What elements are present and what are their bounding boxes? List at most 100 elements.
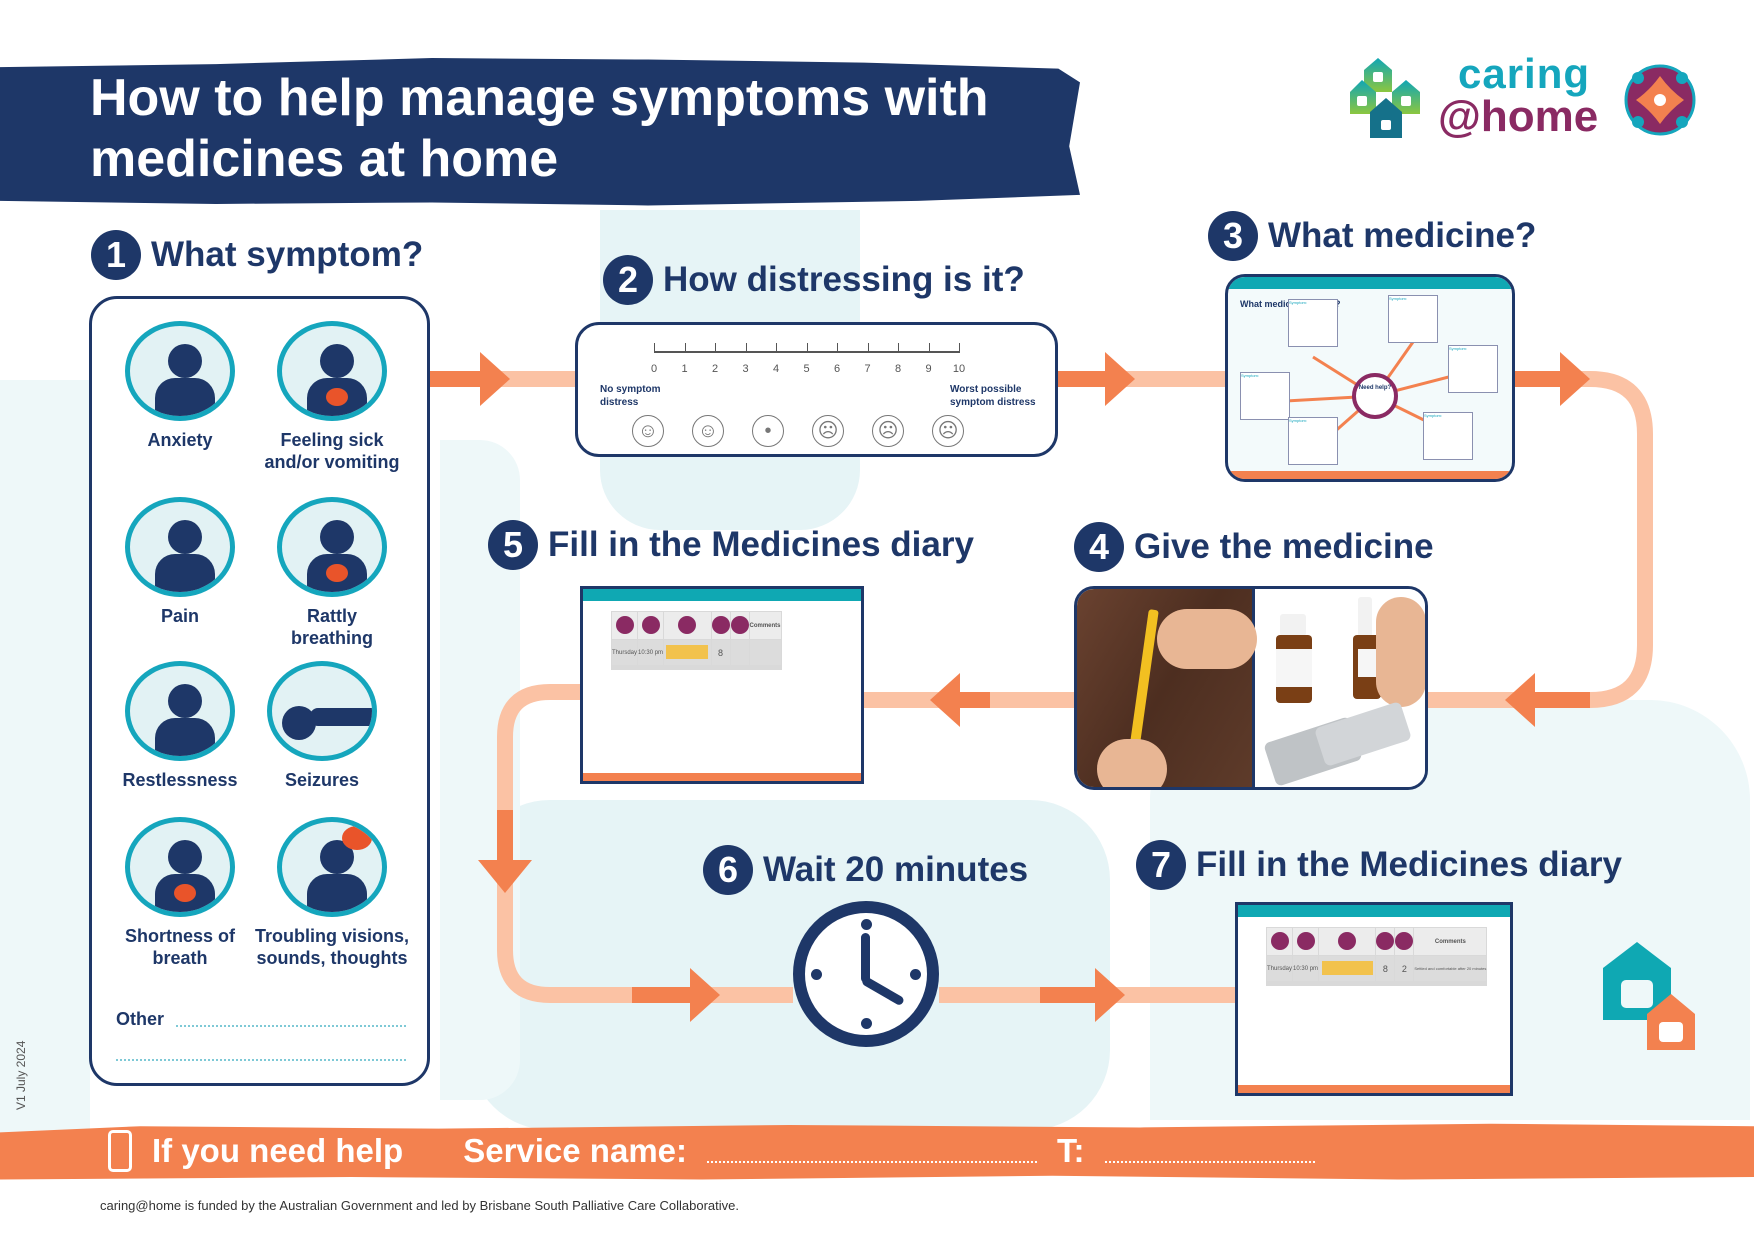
scale-tick <box>684 343 686 353</box>
pain-icon <box>125 497 235 597</box>
step-number-badge: 4 <box>1074 522 1124 572</box>
clock-icon <box>1296 931 1315 950</box>
scale-tick <box>959 343 960 353</box>
scale-tick <box>837 343 838 353</box>
need-help-hub: Need help? <box>1352 373 1398 419</box>
step-title: What symptom? <box>151 235 424 274</box>
step-6-heading: 6 Wait 20 minutes <box>703 845 1028 895</box>
step-title: Give the medicine <box>1134 527 1434 566</box>
step-1-heading: 1 What symptom? <box>91 230 423 280</box>
step-title: Wait 20 minutes <box>763 850 1029 889</box>
scale-tick <box>654 343 655 353</box>
calendar-icon <box>615 615 634 634</box>
before-score: 8 <box>710 639 731 666</box>
arrow-left-icon <box>930 673 960 727</box>
thumbnail-footer-band <box>583 773 861 781</box>
scale-tick-label: 1 <box>681 363 688 375</box>
restlessness-icon <box>125 661 235 761</box>
help-row: If you need help Service name: T: <box>108 1126 1315 1176</box>
symptom-nausea[interactable]: Feeling sick and/or vomiting <box>252 321 412 473</box>
before-score: 8 <box>1375 955 1396 982</box>
scale-tick-label: 6 <box>833 363 841 375</box>
symptom-troubling-thoughts[interactable]: Troubling visions, sounds, thoughts <box>242 817 422 969</box>
symptom-label: Restlessness <box>122 770 238 790</box>
symptom-anxiety[interactable]: Anxiety <box>100 321 260 451</box>
scale-tick <box>867 343 869 353</box>
symptom-seizures[interactable]: Seizures <box>242 661 402 791</box>
page-title: How to help manage symptoms with medicin… <box>90 69 989 188</box>
symptom-label: Feeling sick and/or vomiting <box>264 430 400 472</box>
scale-tick-label: 8 <box>894 363 902 375</box>
step-number-badge: 1 <box>91 230 141 280</box>
step-4-heading: 4 Give the medicine <box>1074 522 1434 572</box>
example-day: Thursday <box>610 639 639 666</box>
step-5-heading: 5 Fill in the Medicines diary <box>488 520 974 570</box>
medicine-chart-thumbnail: What medicine to give? Symptom: Symptom:… <box>1225 274 1515 482</box>
thumbnail-footer-band <box>1238 1085 1510 1093</box>
thumbnail-header-band <box>1238 905 1510 917</box>
version-label: V1 July 2024 <box>14 1040 28 1110</box>
scale-tick-label: 7 <box>864 363 871 375</box>
other-input-line[interactable] <box>176 1025 406 1027</box>
symptom-label: Seizures <box>284 770 360 790</box>
step-3-heading: 3 What medicine? <box>1208 211 1536 261</box>
symptom-shortness-of-breath[interactable]: Shortness of breath <box>100 817 260 969</box>
rattly-breathing-icon <box>277 497 387 597</box>
step-title: Fill in the Medicines diary <box>1196 845 1622 884</box>
scale-max-label: Worst possible symptom distress <box>950 384 1036 408</box>
background-shape <box>0 380 90 1140</box>
thumbnail-footer-band <box>1228 471 1512 479</box>
after-score-icon <box>1395 931 1414 950</box>
indigenous-artwork-icon <box>1624 64 1696 136</box>
step-7-heading: 7 Fill in the Medicines diary <box>1136 840 1622 890</box>
scale-tick-label: 5 <box>803 363 810 375</box>
very-happy-face-icon: ☺ <box>632 415 664 447</box>
syringe-icon <box>1338 931 1357 950</box>
example-time: 10:30 pm <box>1292 955 1320 982</box>
caring-at-home-logo-icon <box>1350 58 1420 138</box>
service-name-input[interactable] <box>707 1139 1038 1163</box>
scale-tick-label: 0 <box>650 363 658 375</box>
other-input-line-2[interactable] <box>116 1059 406 1061</box>
blister-pack-icon <box>1314 701 1412 767</box>
step-number-badge: 5 <box>488 520 538 570</box>
medicines-diary-thumbnail: Comments Thursday 10:30 pm 8 <box>580 586 864 784</box>
comments-header: Comments <box>748 611 782 640</box>
step-number-badge: 7 <box>1136 840 1186 890</box>
upset-face-icon: ☹ <box>872 415 904 447</box>
scale-tick-label: 4 <box>772 363 780 375</box>
phone-number-input[interactable] <box>1104 1139 1315 1163</box>
syringe-icon <box>678 615 697 634</box>
diary-table: Comments Thursday 10:30 pm 8 <box>610 611 782 670</box>
symptom-pain[interactable]: Pain <box>100 497 260 627</box>
before-score-icon <box>1376 931 1395 950</box>
happy-face-icon: ☺ <box>692 415 724 447</box>
symptom-rattly-breathing[interactable]: Rattly breathing <box>252 497 412 649</box>
symptom-restlessness[interactable]: Restlessness <box>100 661 260 791</box>
anxiety-icon <box>125 321 235 421</box>
house-decoration-icon <box>1603 942 1695 1050</box>
step-title: How distressing is it? <box>663 260 1025 299</box>
medicine-slot: Symptom: <box>1288 417 1338 465</box>
after-score: 2 <box>1394 955 1415 982</box>
scale-min-label: No symptom distress <box>600 384 661 408</box>
symptom-label: Anxiety <box>147 430 213 450</box>
medicine-slot: Symptom: <box>1240 372 1290 420</box>
step-number-badge: 3 <box>1208 211 1258 261</box>
phone-icon <box>108 1130 132 1172</box>
other-label: Other <box>116 1009 165 1029</box>
symptom-label: Shortness of breath <box>125 926 236 968</box>
scale-tick-label: 3 <box>742 363 749 375</box>
troubling-thoughts-icon <box>277 817 387 917</box>
seizures-icon <box>267 661 377 761</box>
step-title: What medicine? <box>1268 216 1537 255</box>
arrow-right-icon <box>480 352 510 406</box>
example-time: 10:30 pm <box>637 639 665 666</box>
funding-note: caring@home is funded by the Australian … <box>100 1198 739 1213</box>
after-score-icon <box>730 615 749 634</box>
neutral-face-icon: • <box>752 415 784 447</box>
scale-tick-label: 10 <box>952 363 966 375</box>
scale-tick <box>898 343 899 353</box>
service-name-label: Service name: <box>463 1132 688 1169</box>
scale-tick <box>745 343 747 353</box>
